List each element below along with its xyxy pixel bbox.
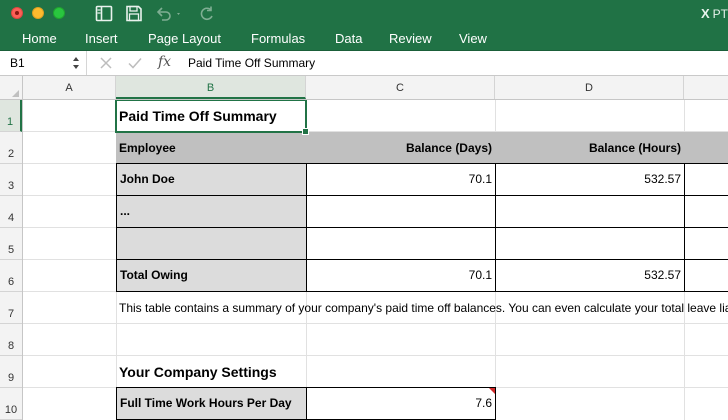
header-overflow[interactable] (684, 132, 728, 164)
column-headers: A B C D (0, 76, 728, 100)
document-title-text: PT (712, 6, 728, 21)
row-header-6[interactable]: 6 (0, 260, 22, 292)
header-balance-hours[interactable]: Balance (Hours) (495, 132, 684, 164)
employee-name-cell[interactable] (116, 227, 307, 260)
column-header-c[interactable]: C (306, 76, 495, 99)
function-fx-icon[interactable]: fx (158, 54, 171, 70)
close-window-button[interactable] (11, 7, 23, 19)
formula-content[interactable]: Paid Time Off Summary (188, 56, 315, 70)
summary-note[interactable]: This table contains a summary of your co… (116, 292, 728, 324)
total-days-cell[interactable]: 70.1 (306, 259, 496, 292)
row-headers: 1 2 3 4 5 6 7 8 9 10 (0, 100, 23, 420)
undo-icon[interactable] (155, 5, 183, 22)
worksheet-grid[interactable]: Paid Time Off Summary Employee Balance (… (23, 100, 728, 420)
sidebar-toggle-icon[interactable] (95, 5, 113, 22)
column-header-d[interactable]: D (495, 76, 684, 99)
select-all-corner[interactable] (0, 76, 23, 100)
row-header-7[interactable]: 7 (0, 292, 22, 324)
balance-hours-cell[interactable]: 532.57 (495, 163, 685, 196)
tab-data[interactable]: Data (335, 30, 362, 47)
balance-days-cell[interactable] (306, 227, 496, 260)
enter-check-icon[interactable] (127, 55, 143, 71)
zoom-window-button[interactable] (53, 7, 65, 19)
balance-hours-cell[interactable] (495, 227, 685, 260)
title-bar: X PT (0, 0, 728, 27)
name-box-stepper-icon[interactable] (72, 54, 80, 72)
row-header-8[interactable]: 8 (0, 324, 22, 356)
sheet-title[interactable]: Paid Time Off Summary (116, 100, 306, 132)
overflow-cell[interactable] (684, 163, 728, 196)
excel-logo-icon: X (700, 6, 710, 21)
tab-insert[interactable]: Insert (85, 30, 118, 47)
employee-name-cell[interactable]: John Doe (116, 163, 307, 196)
employee-name-cell[interactable]: ... (116, 195, 307, 228)
settings-title[interactable]: Your Company Settings (116, 356, 306, 388)
redo-icon[interactable] (198, 5, 216, 22)
balance-days-cell[interactable]: 70.1 (306, 163, 496, 196)
header-balance-days[interactable]: Balance (Days) (306, 132, 495, 164)
minimize-window-button[interactable] (32, 7, 44, 19)
tab-page-layout[interactable]: Page Layout (148, 30, 221, 47)
balance-hours-cell[interactable] (495, 195, 685, 228)
formula-bar: B1 fx Paid Time Off Summary (0, 51, 728, 76)
row-header-2[interactable]: 2 (0, 132, 22, 164)
overflow-cell[interactable] (684, 259, 728, 292)
cancel-x-icon[interactable] (98, 55, 114, 71)
column-header-next[interactable] (684, 76, 728, 99)
total-hours-cell[interactable]: 532.57 (495, 259, 685, 292)
tab-review[interactable]: Review (389, 30, 432, 47)
row-header-3[interactable]: 3 (0, 164, 22, 196)
tab-view[interactable]: View (459, 30, 487, 47)
comment-indicator-icon[interactable] (489, 388, 495, 394)
name-box-value: B1 (10, 56, 25, 70)
tab-formulas[interactable]: Formulas (251, 30, 305, 47)
header-employee[interactable]: Employee (116, 132, 306, 164)
name-box[interactable]: B1 (0, 51, 87, 75)
document-title: X PT (701, 5, 728, 22)
column-header-a[interactable]: A (23, 76, 116, 99)
row-header-5[interactable]: 5 (0, 228, 22, 260)
column-header-b[interactable]: B (116, 76, 306, 99)
row-header-4[interactable]: 4 (0, 196, 22, 228)
balance-days-cell[interactable] (306, 195, 496, 228)
save-icon[interactable] (125, 5, 143, 22)
total-owing-label[interactable]: Total Owing (116, 259, 307, 292)
tab-home[interactable]: Home (22, 30, 57, 47)
ribbon-tabs: Home Insert Page Layout Formulas Data Re… (0, 27, 728, 51)
overflow-cell[interactable] (684, 195, 728, 228)
overflow-cell[interactable] (684, 227, 728, 260)
work-hours-value[interactable]: 7.6 (306, 387, 496, 420)
row-header-1[interactable]: 1 (0, 100, 22, 132)
row-header-10[interactable]: 10 (0, 388, 22, 420)
row-header-9[interactable]: 9 (0, 356, 22, 388)
work-hours-label[interactable]: Full Time Work Hours Per Day (116, 387, 307, 420)
